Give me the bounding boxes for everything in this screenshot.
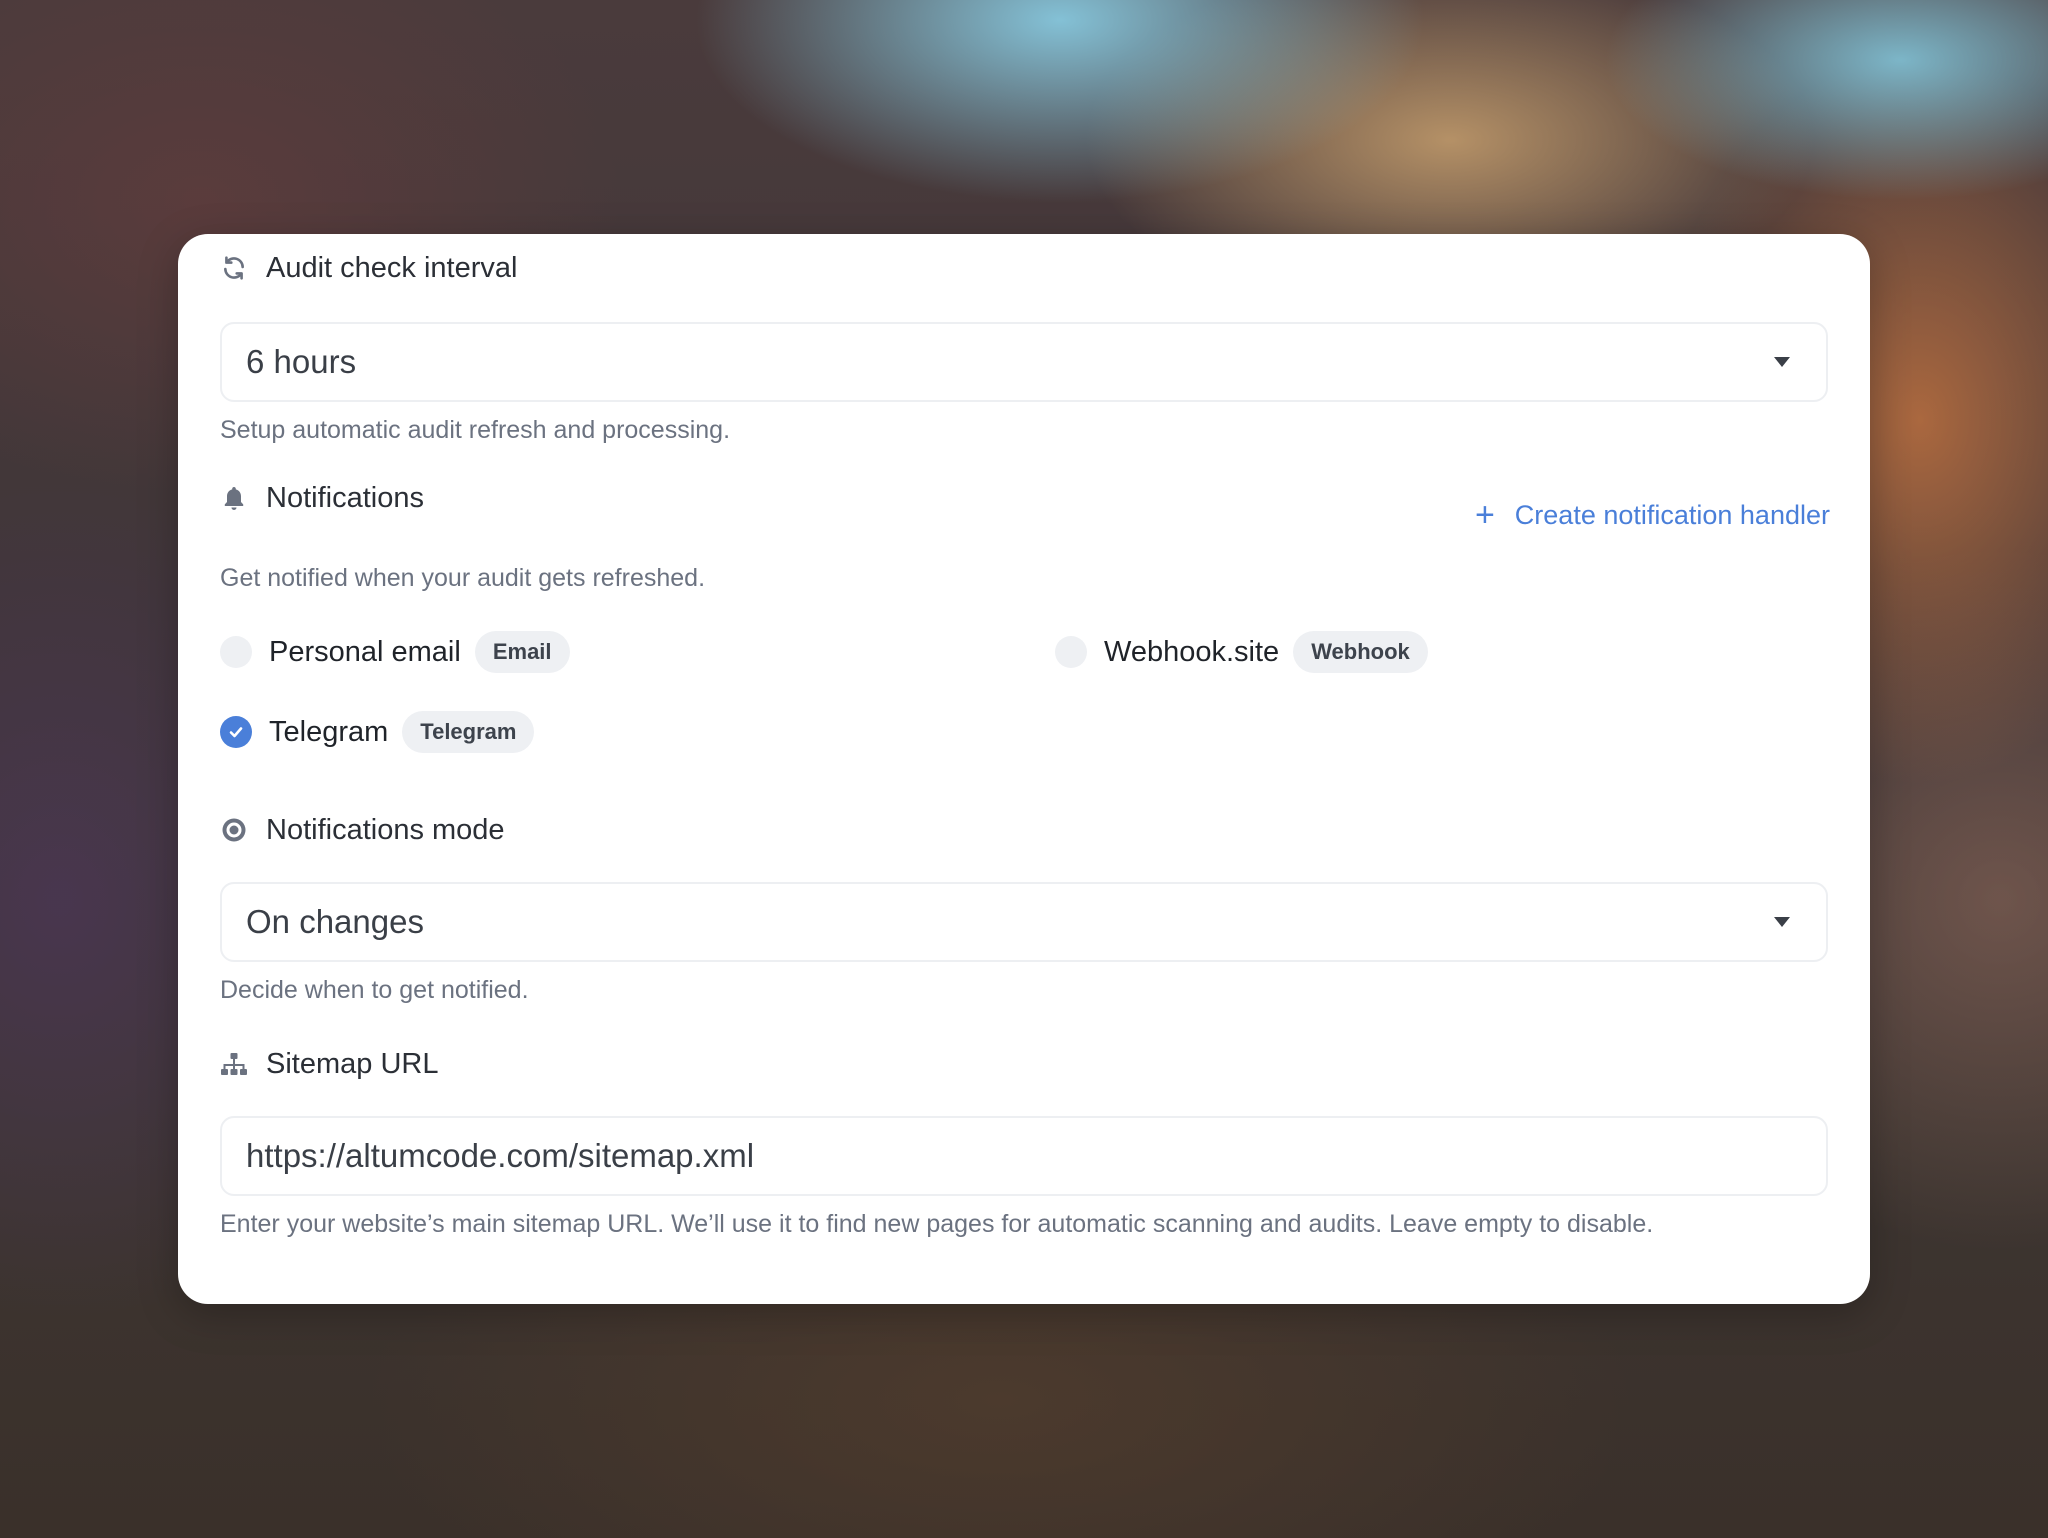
handler-checkbox[interactable]: [220, 716, 252, 748]
notifications-mode-select[interactable]: On changes: [220, 882, 1828, 962]
dot-circle-icon: [220, 816, 248, 844]
check-icon: [229, 727, 243, 738]
notifications-help: Get notified when your audit gets refres…: [220, 564, 706, 592]
handler-telegram[interactable]: Telegram Telegram: [220, 710, 535, 754]
audit-interval-help: Setup automatic audit refresh and proces…: [220, 416, 731, 444]
chevron-down-icon: [1774, 917, 1790, 927]
audit-interval-select[interactable]: 6 hours: [220, 322, 1828, 402]
sitemap-url-value: https://altumcode.com/sitemap.xml: [246, 1137, 755, 1174]
sitemap-label: Sitemap URL: [266, 1047, 439, 1080]
notifications-mode-label-row: Notifications mode: [220, 810, 505, 850]
sitemap-url-input[interactable]: https://altumcode.com/sitemap.xml: [220, 1116, 1828, 1196]
notifications-label: Notifications: [266, 481, 424, 514]
handler-type-badge: Webhook: [1293, 631, 1428, 673]
sitemap-help: Enter your website’s main sitemap URL. W…: [220, 1210, 1654, 1238]
handler-name: Personal email: [269, 635, 461, 668]
audit-interval-selected-value: 6 hours: [246, 343, 357, 380]
handler-name: Telegram: [269, 715, 389, 748]
sitemap-icon: [220, 1050, 248, 1078]
create-notification-handler-label: Create notification handler: [1514, 499, 1830, 530]
sync-icon: [220, 254, 248, 282]
audit-interval-label-row: Audit check interval: [220, 248, 517, 288]
sitemap-label-row: Sitemap URL: [220, 1044, 438, 1084]
settings-card: Audit check interval 6 hours Setup autom…: [178, 234, 1870, 1304]
bell-icon: [220, 484, 248, 512]
handler-checkbox[interactable]: [1055, 636, 1087, 668]
handler-type-badge: Email: [474, 631, 570, 673]
plus-icon: +: [1474, 496, 1495, 534]
handler-name: Webhook.site: [1104, 635, 1280, 668]
notifications-label-row: Notifications: [220, 478, 424, 518]
notifications-mode-label: Notifications mode: [266, 813, 505, 846]
audit-interval-label: Audit check interval: [266, 251, 518, 284]
handler-type-badge: Telegram: [402, 711, 535, 753]
handler-checkbox[interactable]: [220, 636, 252, 668]
handler-webhook-site[interactable]: Webhook.site Webhook: [1055, 630, 1428, 674]
notifications-mode-help: Decide when to get notified.: [220, 976, 529, 1004]
chevron-down-icon: [1774, 357, 1790, 367]
notifications-mode-selected-value: On changes: [246, 903, 424, 940]
handler-personal-email[interactable]: Personal email Email: [220, 630, 570, 674]
create-notification-handler-link[interactable]: + Create notification handler: [1475, 498, 1830, 532]
